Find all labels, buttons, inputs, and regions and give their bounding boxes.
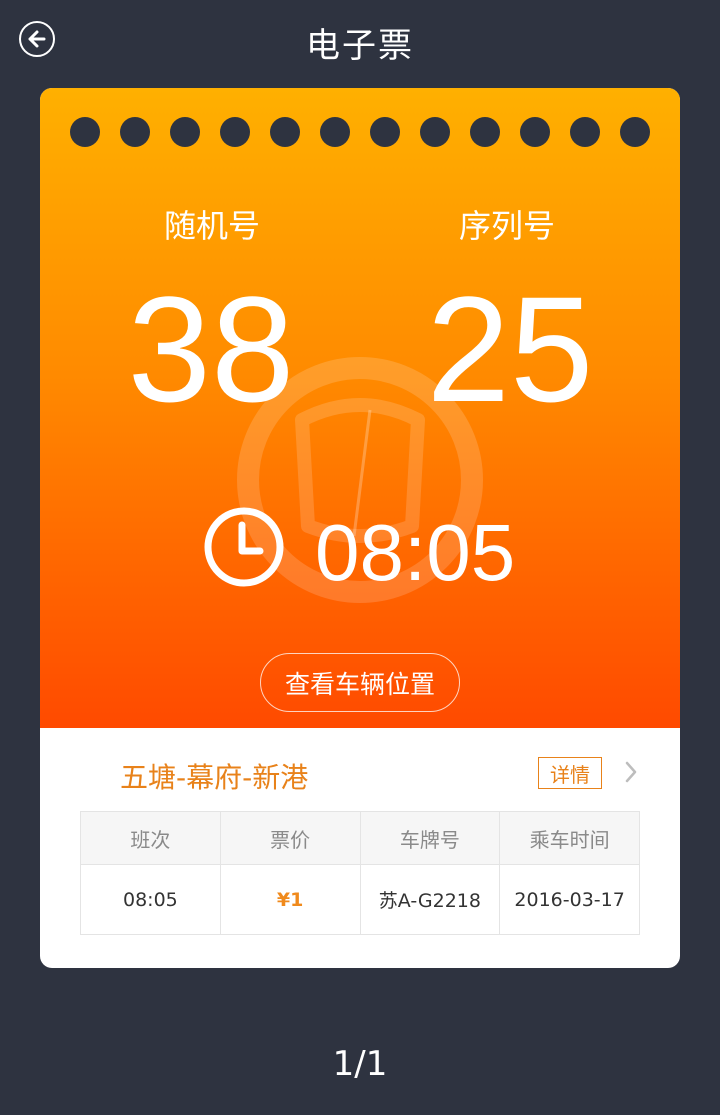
header-ride-date: 乘车时间 [529,827,610,852]
ticket-header: 随机号 序列号 38 25 08:05 查看车辆位置 [40,88,680,728]
plate-value: 苏A-G2218 [361,865,501,934]
trip-value: 08:05 [81,865,221,934]
chevron-right-icon[interactable] [624,760,638,784]
serial-number-value: 25 [426,265,594,433]
perforation-hole [220,117,250,147]
perforation-hole [570,117,600,147]
perforation-hole [620,117,650,147]
details-button[interactable]: 详情 [538,757,602,789]
perforation-hole [170,117,200,147]
perforation-hole [120,117,150,147]
header-fare: 票价 [221,812,361,864]
random-number-label: 随机号 [163,207,260,245]
fare-value: ¥1 [221,865,361,934]
perforation-hole [520,117,550,147]
ticket-info-table: 班次 票价 车牌号 乘车时间 08:05 ¥1 苏A-G2218 2016-03… [80,811,640,935]
perforation-hole [420,117,450,147]
ticket-card: 随机号 序列号 38 25 08:05 查看车辆位置 五塘-幕府-新港 详情 班… [40,88,680,968]
page-indicator: 1/1 [332,1044,388,1084]
view-vehicle-location-button[interactable]: 查看车辆位置 [260,653,460,712]
page-title: 电子票 [306,26,414,66]
perforation-hole [270,117,300,147]
serial-number-label: 序列号 [458,207,555,245]
random-number-value: 38 [127,265,295,433]
perforation-hole [320,117,350,147]
header-plate: 车牌号 [361,812,501,864]
perforation-holes [70,117,650,147]
ride-date-value: 2016-03-17 [514,888,625,911]
departure-time: 08:05 [315,508,516,597]
table-header-row: 班次 票价 车牌号 乘车时间 [81,812,639,865]
top-bar: 电子票 [0,0,720,84]
perforation-hole [70,117,100,147]
route-name: 五塘-幕府-新港 [120,761,309,794]
table-row: 08:05 ¥1 苏A-G2218 2016-03-17 [81,865,639,934]
header-trip: 班次 [81,812,221,864]
perforation-hole [370,117,400,147]
perforation-hole [470,117,500,147]
clock-icon [204,507,284,587]
